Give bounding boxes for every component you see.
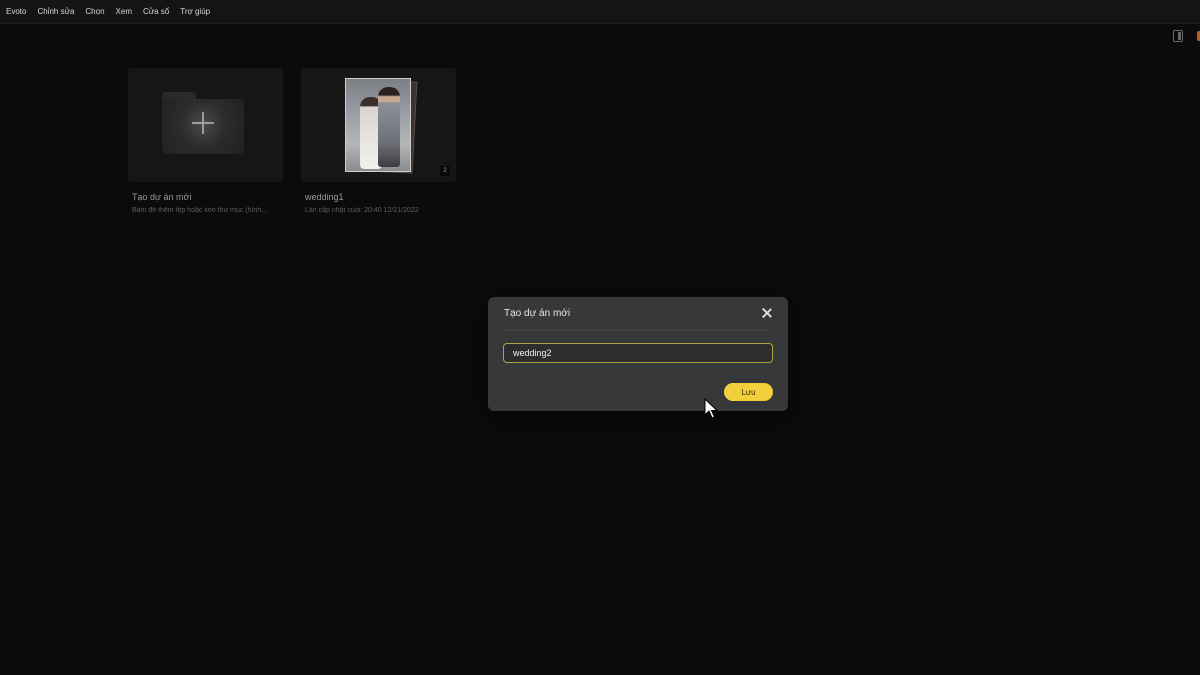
dialog-divider: [504, 330, 772, 331]
new-project-title: Tạo dự án mới: [132, 192, 192, 202]
folder-icon: [162, 92, 244, 154]
menu-item-help[interactable]: Trợ giúp: [180, 7, 210, 16]
new-project-thumbnail[interactable]: [128, 68, 283, 182]
plus-icon: [192, 112, 214, 134]
new-project-card[interactable]: Tạo dự án mới Bấm để thêm tệp hoặc kéo t…: [128, 68, 283, 214]
project-thumbnail[interactable]: 2: [301, 68, 456, 182]
project-title: wedding1: [305, 192, 344, 202]
menu-item-evoto[interactable]: Evoto: [6, 7, 26, 16]
save-button[interactable]: Lưu: [724, 383, 773, 401]
close-icon[interactable]: [760, 306, 774, 320]
photo-count-badge: 2: [440, 166, 450, 176]
project-card-wedding1[interactable]: 2 wedding1 Lần cập nhật cuối: 20:40 12/2…: [301, 68, 456, 214]
menu-item-select[interactable]: Chọn: [85, 7, 104, 16]
mouse-cursor-icon: [704, 398, 718, 419]
dialog-title: Tạo dự án mới: [504, 308, 571, 319]
new-project-dialog: Tạo dự án mới Lưu: [488, 297, 788, 411]
menu-item-edit[interactable]: Chỉnh sửa: [37, 7, 74, 16]
menu-bar: Evoto Chỉnh sửa Chọn Xem Cửa sổ Trợ giúp: [0, 0, 1200, 24]
new-project-hint: Bấm để thêm tệp hoặc kéo thư mục (hình..…: [132, 207, 268, 214]
menu-item-window[interactable]: Cửa sổ: [143, 7, 169, 16]
menu-item-view[interactable]: Xem: [116, 7, 132, 16]
project-name-input[interactable]: [503, 343, 773, 363]
photo-stack-thumbnail: [345, 78, 418, 174]
project-last-updated: Lần cập nhật cuối: 20:40 12/21/2022: [305, 207, 419, 214]
